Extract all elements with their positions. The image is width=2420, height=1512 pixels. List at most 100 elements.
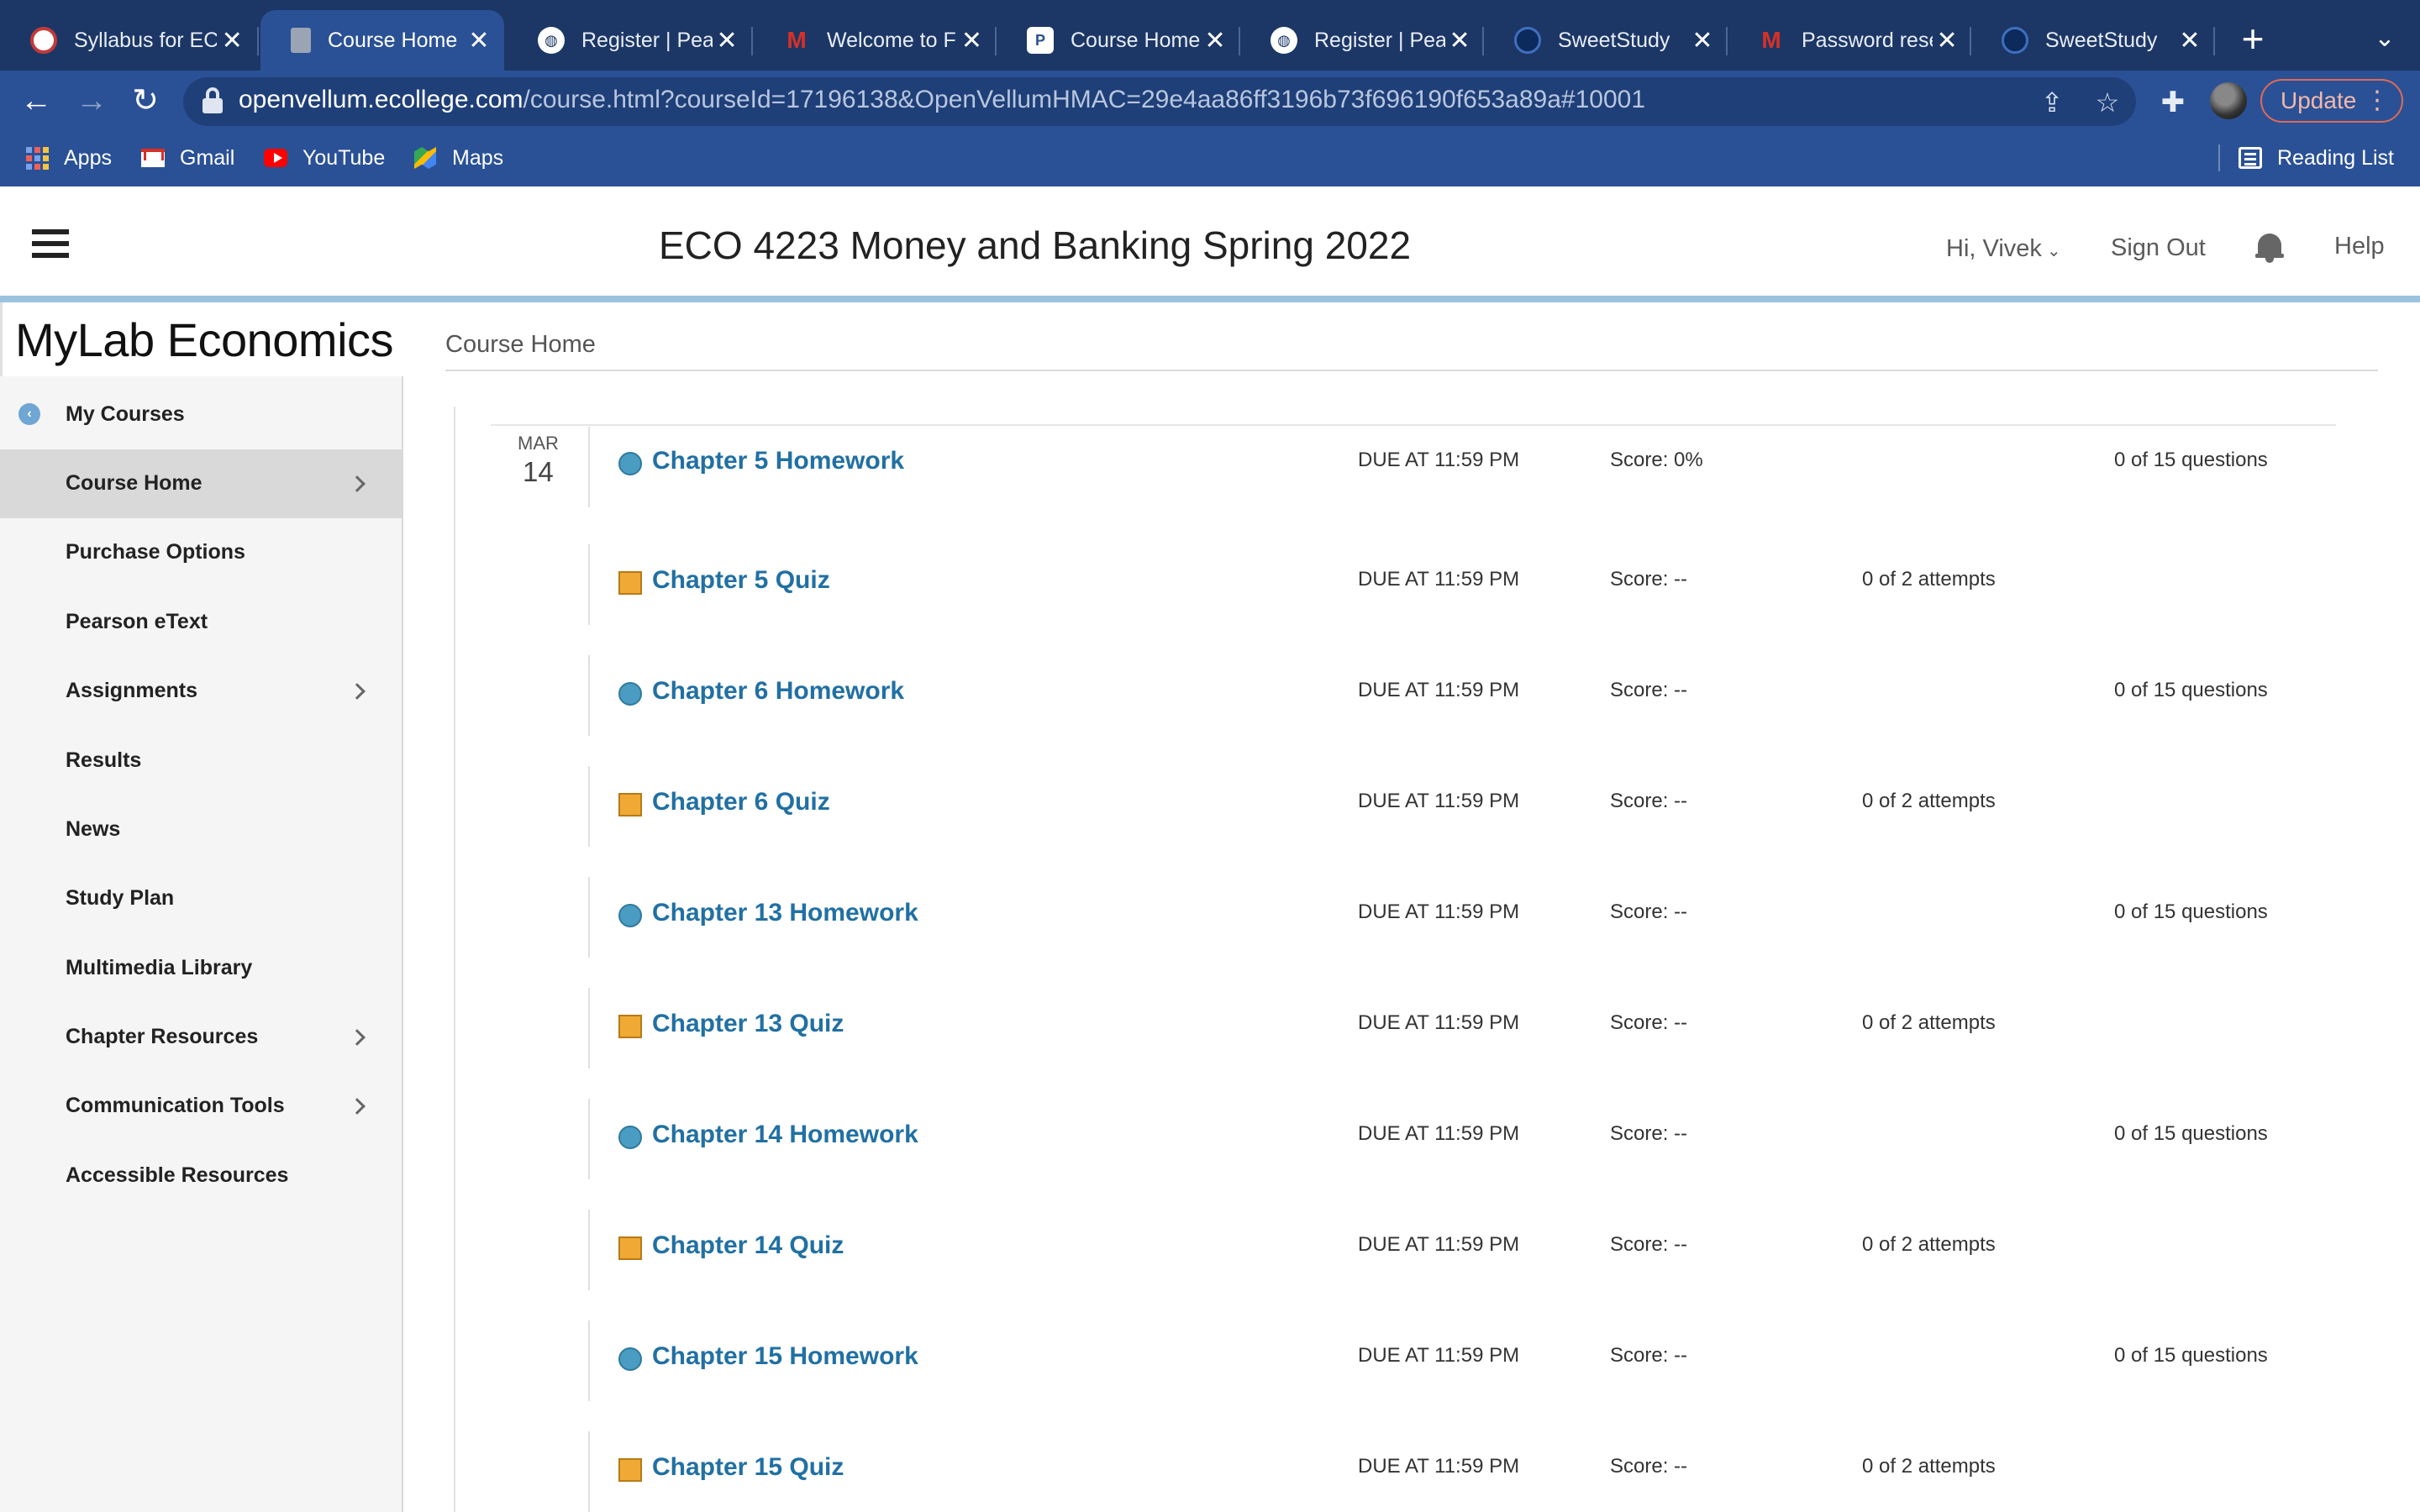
assignment-score: Score: 0% (1610, 449, 1703, 471)
assignment-title-link[interactable]: Chapter 6 Homework (652, 677, 904, 706)
bookmark-divider (2218, 144, 2220, 171)
my-courses-label[interactable]: My Courses (66, 402, 185, 427)
browser-tab-2[interactable]: ◍ Register | Pear ✕ (508, 10, 751, 71)
close-tab-icon[interactable]: ✕ (464, 26, 494, 55)
bookmark-star-icon[interactable]: ☆ (2089, 84, 2126, 121)
extensions-puzzle-icon[interactable]: ✚ (2153, 82, 2193, 123)
new-tab-icon[interactable]: + (2232, 18, 2274, 60)
assignment-row: Chapter 5 Homework DUE AT 11:59 PM Score… (618, 438, 2349, 489)
update-button[interactable]: Update ⋮ (2260, 79, 2403, 123)
sidebar-item-news[interactable] (0, 794, 402, 863)
user-menu[interactable]: Hi, Vivek ⌄ (1946, 235, 2061, 263)
browser-tab-1[interactable]: Course Home ✕ (260, 10, 504, 71)
profile-avatar[interactable] (2210, 82, 2247, 119)
sidebar-item-study-plan[interactable] (0, 863, 402, 932)
assignment-questions: 0 of 15 questions (2114, 449, 2268, 471)
forward-arrow-icon[interactable]: → (71, 81, 113, 123)
tab-title: SweetStudy (1558, 28, 1670, 52)
sidebar-item-label[interactable]: News (66, 817, 120, 842)
quiz-square-icon (618, 1015, 642, 1038)
browser-tab-7[interactable]: M Password rese ✕ (1728, 10, 1971, 71)
assignment-title-link[interactable]: Chapter 5 Homework (652, 447, 904, 475)
document-icon (291, 28, 311, 53)
bookmark-apps[interactable]: Apps (25, 143, 112, 173)
browser-tab-5[interactable]: ◍ Register | Pear ✕ (1240, 10, 1484, 71)
browser-tab-8[interactable]: SweetStudy ✕ (1971, 10, 2215, 71)
sidebar-item-label[interactable]: Assignments (66, 679, 197, 703)
assignment-title-link[interactable]: Chapter 13 Homework (652, 899, 918, 927)
browser-tab-0[interactable]: Syllabus for EC ✕ (0, 10, 257, 71)
assignment-title-link[interactable]: Chapter 14 Homework (652, 1121, 918, 1149)
assignment-title-link[interactable]: Chapter 5 Quiz (652, 566, 830, 595)
close-tab-icon[interactable]: ✕ (713, 26, 741, 55)
assignment-title-link[interactable]: Chapter 15 Quiz (652, 1453, 844, 1482)
assignment-questions: 0 of 15 questions (2114, 679, 2268, 701)
assignment-questions: 0 of 15 questions (2114, 900, 2268, 923)
bookmark-youtube[interactable]: YouTube (264, 143, 385, 173)
assignment-title-link[interactable]: Chapter 13 Quiz (652, 1010, 844, 1038)
bookmark-maps[interactable]: Maps (413, 143, 503, 173)
assignment-row: Chapter 13 Quiz DUE AT 11:59 PM Score: -… (618, 1001, 2349, 1052)
assignment-due: DUE AT 11:59 PM (1358, 790, 1520, 812)
close-tab-icon[interactable]: ✕ (1200, 26, 1230, 55)
sidebar-item-label[interactable]: Study Plan (66, 886, 174, 911)
bookmark-label: Gmail (180, 145, 235, 170)
browser-tab-6[interactable]: SweetStudy ✕ (1484, 10, 1728, 71)
sign-out-link[interactable]: Sign Out (2111, 234, 2206, 262)
back-circle-icon[interactable]: ‹ (18, 403, 40, 425)
quiz-square-icon (618, 1458, 642, 1482)
reading-list-button[interactable]: Reading List (2238, 143, 2394, 173)
row-rule (588, 427, 590, 507)
tab-search-chevron-icon[interactable]: ⌄ (2368, 24, 2402, 57)
tab-title: Password rese (1802, 28, 1933, 52)
my-courses-link[interactable] (0, 381, 402, 449)
tab-title: Syllabus for EC (74, 28, 218, 52)
back-arrow-icon[interactable]: ← (15, 81, 57, 123)
sidebar-item-assignments[interactable] (0, 656, 402, 725)
chevron-down-icon: ⌄ (2046, 242, 2061, 260)
close-tab-icon[interactable]: ✕ (2175, 26, 2205, 55)
university-seal-icon (30, 27, 57, 54)
sidebar-item-label[interactable]: Purchase Options (66, 540, 245, 564)
row-rule (588, 1099, 590, 1179)
sidebar-item-label[interactable]: Chapter Resources (66, 1025, 258, 1049)
assignment-title-link[interactable]: Chapter 6 Quiz (652, 788, 830, 816)
assignment-title-link[interactable]: Chapter 15 Homework (652, 1342, 918, 1371)
url-path: /course.html?courseId=17196138&OpenVellu… (523, 86, 1646, 113)
homework-circle-icon (618, 1126, 642, 1149)
help-link[interactable]: Help (2334, 233, 2385, 260)
update-label: Update (2281, 87, 2357, 113)
sidebar-item-label[interactable]: Results (66, 748, 141, 773)
close-tab-icon[interactable]: ✕ (1933, 26, 1961, 55)
browser-tab-4[interactable]: P Course Home ✕ (997, 10, 1240, 71)
tab-title: Register | Pear (1314, 28, 1446, 52)
row-rule (588, 1320, 590, 1401)
close-tab-icon[interactable]: ✕ (957, 26, 986, 55)
user-greeting: Hi, Vivek (1946, 235, 2042, 262)
close-tab-icon[interactable]: ✕ (1445, 26, 1474, 55)
sidebar-item-label[interactable]: Course Home (66, 471, 203, 496)
reload-icon[interactable]: ↻ (124, 81, 166, 123)
browser-tab-3[interactable]: M Welcome to Fl ✕ (753, 10, 997, 71)
tab-title: Course Home (328, 28, 458, 52)
breadcrumb-divider (445, 370, 2378, 371)
assignment-title-link[interactable]: Chapter 14 Quiz (652, 1231, 844, 1260)
row-rule (588, 766, 590, 847)
bookmark-gmail[interactable]: Gmail (141, 143, 234, 173)
sidebar-item-label[interactable]: Pearson eText (66, 610, 208, 634)
notification-bell-icon[interactable] (2255, 232, 2284, 264)
close-tab-icon[interactable]: ✕ (217, 26, 247, 55)
close-tab-icon[interactable]: ✕ (1687, 26, 1718, 55)
sidebar-item-results[interactable] (0, 725, 402, 794)
assignment-due: DUE AT 11:59 PM (1358, 900, 1520, 923)
url-text[interactable]: openvellum.ecollege.com/course.html?cour… (239, 86, 1645, 114)
assignment-due: DUE AT 11:59 PM (1358, 679, 1520, 701)
sidebar-item-label[interactable]: Communication Tools (66, 1094, 285, 1118)
lock-icon[interactable] (202, 87, 224, 114)
more-menu-icon[interactable]: ⋮ (2365, 81, 2390, 121)
hamburger-menu-icon[interactable] (32, 229, 69, 258)
assignment-score: Score: -- (1610, 790, 1688, 812)
share-icon[interactable]: ⇪ (2033, 84, 2070, 121)
sidebar-item-label[interactable]: Multimedia Library (66, 956, 252, 980)
sidebar-item-label[interactable]: Accessible Resources (66, 1163, 288, 1188)
